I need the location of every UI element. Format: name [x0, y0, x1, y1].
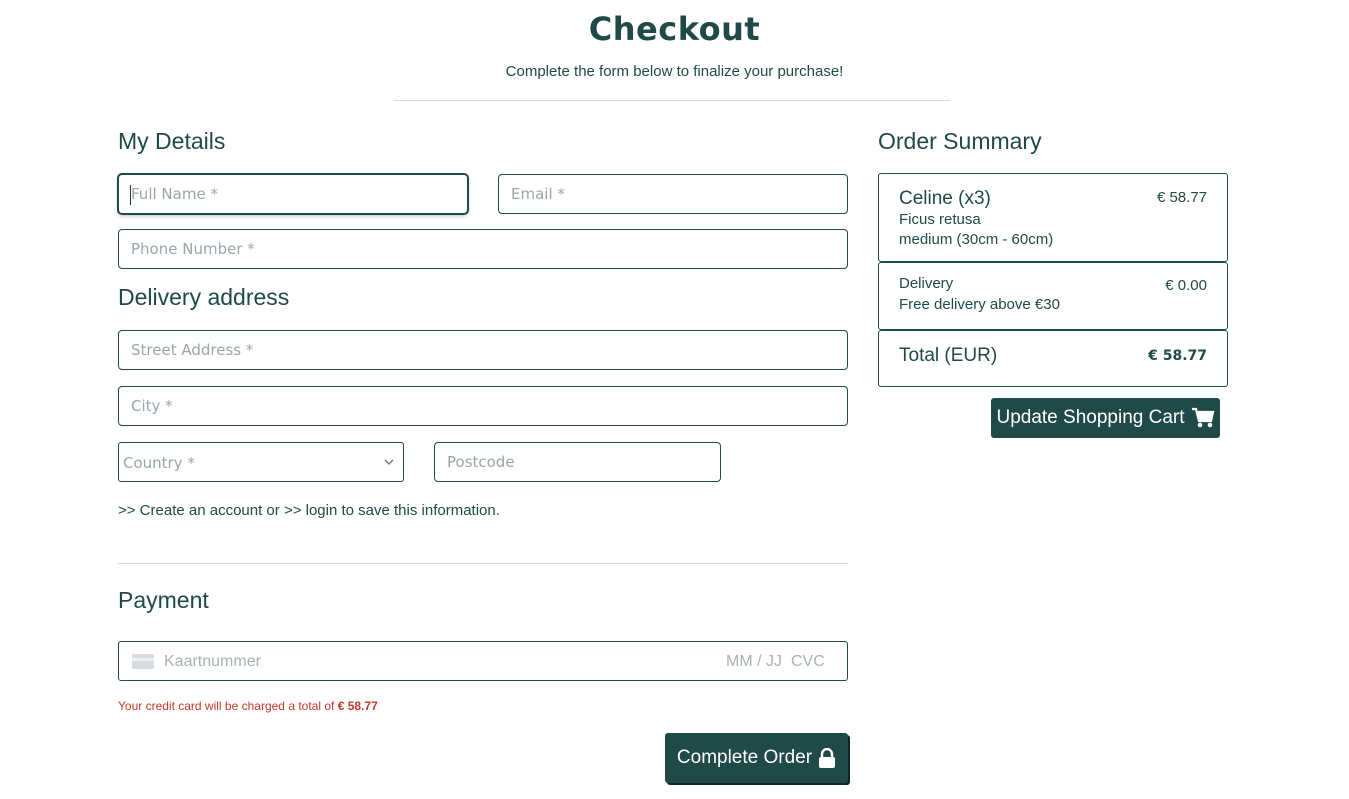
country-select[interactable]: Country * — [118, 442, 404, 482]
update-cart-label: Update Shopping Cart — [996, 407, 1185, 428]
payment-heading: Payment — [118, 587, 209, 613]
city-input[interactable] — [118, 386, 848, 426]
complete-order-label: Complete Order — [676, 747, 813, 768]
update-cart-button[interactable]: Update Shopping Cart — [991, 398, 1220, 438]
card-input[interactable]: Kaartnummer MM / JJ CVC — [118, 641, 848, 681]
complete-order-button[interactable]: Complete Order — [665, 733, 848, 783]
header-divider — [394, 100, 950, 101]
total-amount: € 58.77 — [1148, 348, 1207, 364]
phone-input[interactable] — [118, 229, 848, 269]
page-title: Checkout — [588, 10, 761, 48]
item-name: Celine (x3) — [899, 188, 991, 209]
card-number-placeholder[interactable]: Kaartnummer — [164, 642, 261, 682]
street-address-input[interactable] — [118, 330, 848, 370]
text-cursor — [130, 185, 131, 205]
delivery-note: Free delivery above €30 — [899, 296, 1060, 313]
credit-card-icon — [132, 654, 154, 669]
charge-notice: Your credit card will be charged a total… — [118, 699, 378, 713]
postcode-input[interactable] — [434, 442, 721, 482]
page-subtitle: Complete the form below to finalize your… — [505, 63, 844, 80]
order-summary-heading: Order Summary — [878, 128, 1042, 154]
charge-notice-text: Your credit card will be charged a total… — [118, 699, 335, 713]
chevron-down-icon — [384, 459, 394, 466]
my-details-heading: My Details — [118, 128, 226, 154]
card-cvc-placeholder[interactable]: CVC — [791, 642, 825, 682]
summary-delivery-box: Delivery € 0.00 Free delivery above €30 — [878, 262, 1228, 330]
shopping-cart-icon — [1191, 407, 1214, 428]
summary-item-box: Celine (x3) € 58.77 Ficus retusa medium … — [878, 173, 1228, 262]
form-divider — [118, 563, 848, 564]
total-label: Total (EUR) — [899, 345, 998, 366]
charge-amount: € 58.77 — [337, 699, 378, 713]
summary-total-box: Total (EUR) € 58.77 — [878, 330, 1228, 387]
delivery-label: Delivery — [899, 275, 954, 292]
card-expiry-placeholder[interactable]: MM / JJ — [726, 642, 782, 682]
account-login-note[interactable]: >> Create an account or >> login to save… — [118, 502, 500, 519]
full-name-input[interactable] — [118, 174, 468, 214]
country-select-value: Country * — [123, 454, 195, 472]
item-species: Ficus retusa — [899, 211, 981, 228]
delivery-address-heading: Delivery address — [118, 284, 290, 310]
lock-icon — [819, 748, 836, 768]
item-size: medium (30cm - 60cm) — [899, 231, 1054, 248]
delivery-price: € 0.00 — [1165, 277, 1207, 294]
item-price: € 58.77 — [1156, 189, 1207, 206]
email-input[interactable] — [498, 174, 848, 214]
